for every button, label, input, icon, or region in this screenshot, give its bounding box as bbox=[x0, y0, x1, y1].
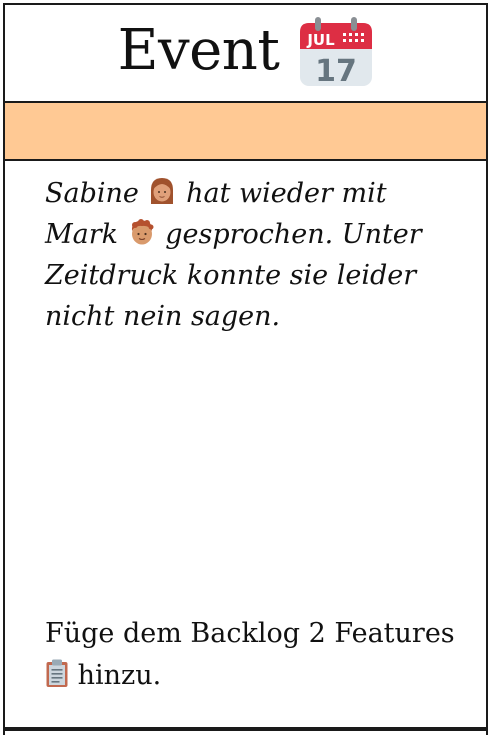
story-part-2: hat wieder mit bbox=[186, 178, 387, 209]
action-line-1: Füge dem Backlog 2 Features bbox=[45, 618, 455, 649]
card-header: Event JUL 17 bbox=[5, 5, 486, 103]
woman-icon bbox=[151, 178, 174, 204]
story-text: Sabine hat wieder mit Mark gesprochen. U… bbox=[5, 161, 486, 337]
man-icon bbox=[131, 219, 154, 245]
card-title: Event bbox=[117, 18, 280, 83]
story-part-3: Mark bbox=[45, 219, 119, 250]
action-line-2: hinzu. bbox=[77, 660, 162, 691]
story-part-1: Sabine bbox=[45, 178, 139, 209]
clipboard-icon bbox=[46, 659, 68, 687]
event-card: Event JUL 17 Sabine hat wieder mit Mark … bbox=[3, 3, 488, 729]
action-text: Füge dem Backlog 2 Features hinzu. bbox=[45, 613, 475, 697]
calendar-icon: JUL 17 bbox=[300, 17, 373, 87]
next-card-edge bbox=[3, 729, 488, 735]
color-band bbox=[5, 103, 486, 161]
calendar-month: JUL bbox=[307, 31, 336, 49]
calendar-day: 17 bbox=[315, 54, 357, 87]
